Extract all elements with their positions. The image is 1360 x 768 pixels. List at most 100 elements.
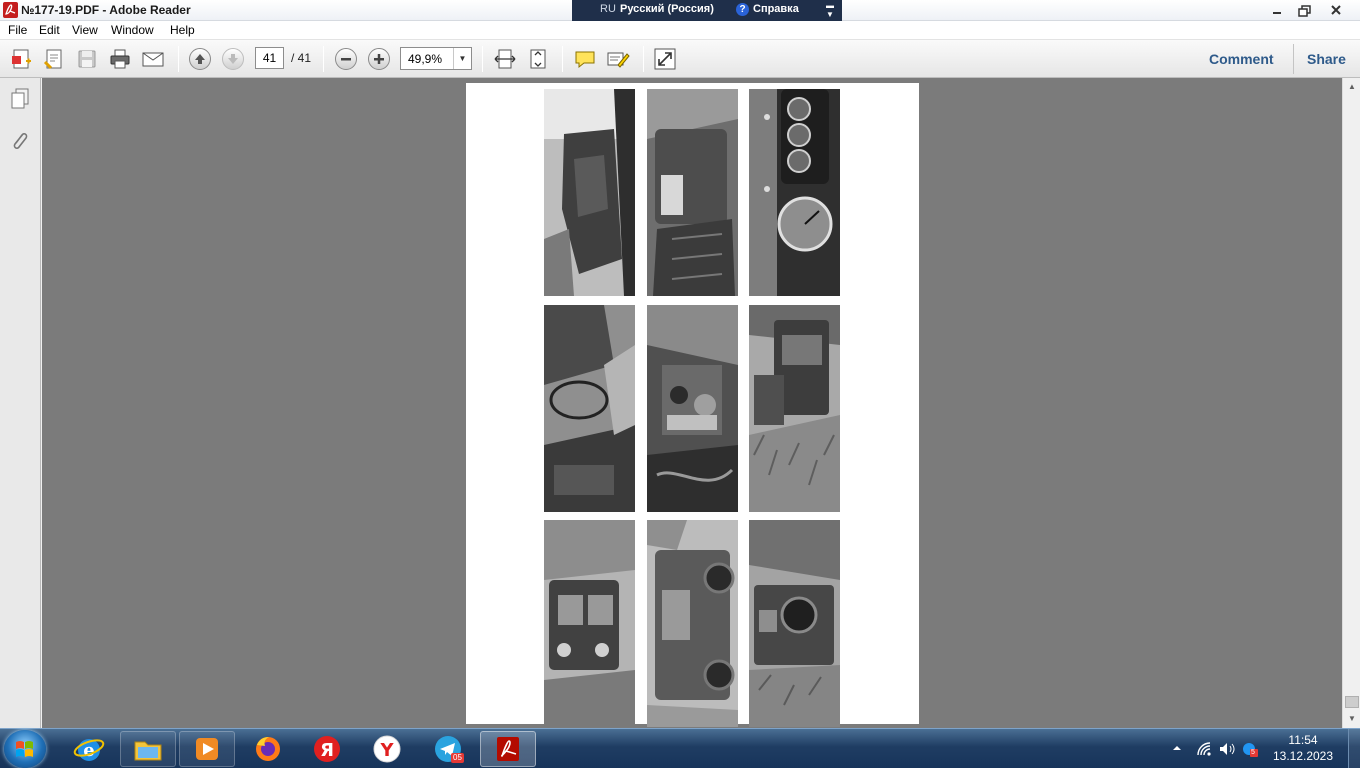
menu-edit[interactable]: Edit: [39, 23, 60, 37]
toolbar-separator: [643, 46, 644, 72]
zoom-in-button[interactable]: [366, 47, 392, 71]
photo-vehicle-wheels: [647, 520, 738, 727]
fit-page-button[interactable]: [525, 47, 551, 71]
previous-page-button[interactable]: [187, 47, 213, 71]
pdf-page: [466, 83, 919, 727]
menu-view[interactable]: View: [72, 23, 98, 37]
help-icon[interactable]: ?: [736, 3, 749, 16]
share-pane-button[interactable]: Share: [1307, 51, 1346, 67]
page-total: / 41: [291, 51, 312, 65]
menu-window[interactable]: Window: [111, 23, 154, 37]
taskbar-yandex[interactable]: Я: [299, 731, 355, 767]
print-button[interactable]: [107, 47, 133, 71]
page-thumbnails-button[interactable]: [9, 87, 31, 111]
adobe-reader-icon: [3, 2, 18, 18]
taskbar: e Я Y 05 5 11:54 13.12.2023: [0, 728, 1360, 768]
close-button[interactable]: [1325, 3, 1347, 18]
menu-bar: File Edit View Window Help: [0, 21, 1360, 40]
show-hidden-icons-icon[interactable]: [1172, 743, 1182, 753]
language-bar-options-icon[interactable]: ▬ ▼: [826, 1, 834, 19]
clock-time: 11:54: [1288, 733, 1318, 747]
page-thumbnails-icon: [11, 88, 29, 109]
system-tray: 5: [1170, 729, 1260, 768]
zoom-out-button[interactable]: [333, 47, 359, 71]
fit-width-icon: [494, 49, 516, 69]
toolbar-separator: [178, 46, 179, 72]
toolbar: [0, 40, 1360, 78]
comment-pane-button[interactable]: Comment: [1209, 51, 1274, 67]
photo-vehicle-front: [544, 520, 635, 727]
volume-icon[interactable]: [1218, 741, 1236, 757]
restore-button[interactable]: [1294, 3, 1316, 18]
create-pdf-button[interactable]: [9, 47, 35, 71]
show-desktop-button[interactable]: [1348, 729, 1360, 768]
sticky-note-button[interactable]: [572, 47, 598, 71]
photo-vehicle-side-grass: [749, 305, 840, 512]
page-number-input[interactable]: [255, 47, 284, 69]
help-label[interactable]: Справка: [753, 3, 799, 15]
photo-engine-bay: [647, 305, 738, 512]
taskbar-yandex-browser[interactable]: Y: [359, 731, 415, 767]
photo-seat-interior: [647, 89, 738, 296]
previous-page-icon: [189, 48, 211, 70]
photo-dashboard-gauges: [749, 89, 840, 296]
svg-text:Я: Я: [320, 740, 334, 761]
create-pdf-icon: [12, 49, 31, 69]
save-icon: [78, 50, 96, 68]
system-clock[interactable]: 11:54 13.12.2023: [1268, 732, 1338, 764]
menu-help[interactable]: Help: [170, 23, 195, 37]
network-icon[interactable]: [1196, 741, 1212, 757]
highlight-button[interactable]: [605, 47, 631, 71]
fit-page-icon: [530, 49, 546, 69]
email-button[interactable]: [140, 47, 166, 71]
minimize-button[interactable]: [1266, 3, 1288, 18]
taskbar-firefox[interactable]: [240, 731, 296, 767]
edit-file-button[interactable]: [41, 47, 67, 71]
photo-vehicle-rear: [749, 520, 840, 727]
scroll-up-icon[interactable]: ▲: [1345, 80, 1359, 94]
zoom-out-icon: [335, 48, 357, 70]
taskbar-adobe-reader[interactable]: [480, 731, 536, 767]
next-page-button[interactable]: [220, 47, 246, 71]
toolbar-separator: [1293, 44, 1294, 74]
scrollbar-thumb[interactable]: [1345, 696, 1359, 708]
svg-text:Y: Y: [379, 740, 394, 761]
scroll-down-icon[interactable]: ▼: [1345, 712, 1359, 726]
toolbar-separator: [323, 46, 324, 72]
toolbar-separator: [562, 46, 563, 72]
title-bar: №177-19.PDF - Adobe Reader RU Русский (Р…: [0, 0, 1360, 21]
photo-steering-wheel: [544, 305, 635, 512]
attachments-button[interactable]: [9, 129, 31, 153]
adobe-reader-icon: [497, 737, 519, 761]
full-screen-icon: [654, 48, 676, 70]
windows-logo-icon: [16, 741, 33, 757]
zoom-in-icon: [368, 48, 390, 70]
taskbar-file-explorer[interactable]: [120, 731, 176, 767]
yandex-icon: Я: [314, 736, 340, 762]
menu-file[interactable]: File: [8, 23, 27, 37]
paperclip-icon: [13, 132, 28, 150]
chevron-down-icon[interactable]: ▼: [453, 48, 471, 69]
fit-width-button[interactable]: [492, 47, 518, 71]
folder-icon: [134, 741, 162, 761]
zoom-value: 49,9%: [408, 52, 443, 66]
document-view[interactable]: [42, 78, 1342, 728]
language-bar[interactable]: RU Русский (Россия) ? Справка ▬ ▼: [572, 0, 842, 21]
full-screen-button[interactable]: [652, 47, 678, 71]
media-player-icon: [196, 738, 218, 760]
firefox-icon: [256, 737, 280, 761]
language-code[interactable]: RU: [600, 3, 616, 15]
taskbar-telegram[interactable]: 05: [420, 731, 476, 767]
zoom-select[interactable]: 49,9% ▼: [400, 47, 472, 70]
vertical-scrollbar[interactable]: ▲ ▼: [1342, 78, 1360, 728]
notification-icon[interactable]: [1242, 741, 1258, 757]
toolbar-separator: [482, 46, 483, 72]
language-name[interactable]: Русский (Россия): [620, 3, 714, 15]
start-button[interactable]: [4, 730, 46, 768]
navigation-pane: [0, 78, 41, 728]
save-button[interactable]: [74, 47, 100, 71]
email-icon: [142, 52, 164, 67]
taskbar-media-player[interactable]: [179, 731, 235, 767]
taskbar-internet-explorer[interactable]: e: [61, 731, 117, 767]
edit-file-icon: [43, 49, 62, 70]
